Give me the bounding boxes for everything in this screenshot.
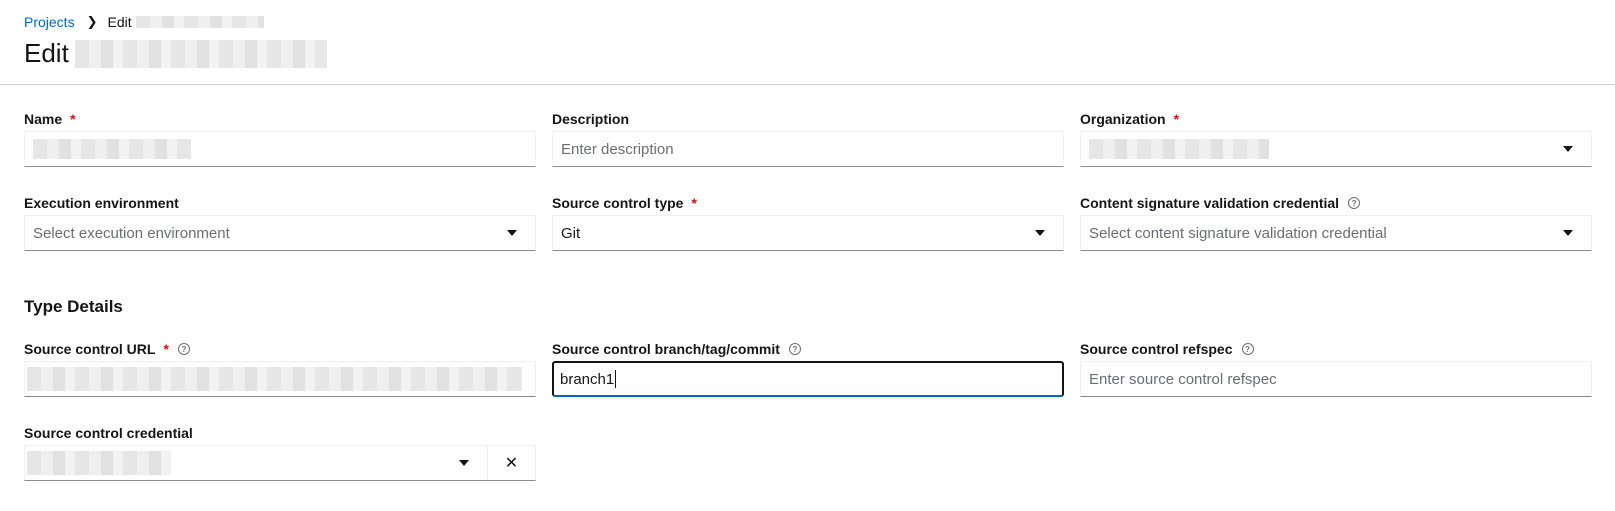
content-signature-label: Content signature validation credential? [1080,193,1592,213]
scm-credential-select[interactable]: ✕ [24,445,536,481]
source-control-type-field-group: Source control type * Git [552,193,1064,251]
breadcrumb-projects-link[interactable]: Projects [24,14,75,30]
scm-branch-field-group: Source control branch/tag/commit? branch… [552,339,1064,397]
scm-branch-input[interactable]: branch1 [552,361,1064,397]
redacted-scm-url-value [27,367,522,391]
caret-down-icon [1563,230,1573,236]
page-title: Edit [24,38,327,69]
redacted-organization-value [1089,139,1269,159]
chevron-right-icon: ❯ [86,14,98,29]
name-field-group: Name * [24,109,536,167]
content-signature-placeholder: Select content signature validation cred… [1089,224,1387,242]
execution-environment-placeholder: Select execution environment [33,224,230,242]
redacted-project-name [135,16,264,28]
caret-down-icon [1035,230,1045,236]
source-control-type-value: Git [561,224,581,242]
times-icon: ✕ [504,455,519,472]
scm-refspec-placeholder: Enter source control refspec [1089,370,1277,388]
content-signature-label-text: Content signature validation credential [1080,195,1340,211]
required-mark: * [163,341,169,357]
scm-branch-value: branch1 [560,370,615,388]
content-signature-select[interactable]: Select content signature validation cred… [1080,215,1592,251]
organization-label-text: Organization [1080,111,1166,127]
page-header: Projects ❯ Edit Edit [0,0,1615,85]
scm-credential-label-text: Source control credential [24,425,193,441]
scm-credential-label: Source control credential [24,423,536,443]
name-label: Name * [24,109,536,129]
execution-environment-field-group: Execution environment Select execution e… [24,193,536,251]
clear-credential-button[interactable]: ✕ [487,446,535,480]
required-mark: * [70,111,76,127]
breadcrumb-current: Edit [107,14,132,30]
scm-branch-label-text: Source control branch/tag/commit [552,341,780,357]
redacted-title-name [74,39,327,68]
scm-url-label-text: Source control URL [24,341,156,357]
execution-environment-select[interactable]: Select execution environment [24,215,536,251]
scm-refspec-field-group: Source control refspec? Enter source con… [1080,339,1592,397]
execution-environment-label-text: Execution environment [24,195,179,211]
source-control-type-label: Source control type * [552,193,1064,213]
page-title-text: Edit [24,38,69,68]
scm-refspec-label: Source control refspec? [1080,339,1592,359]
content-signature-field-group: Content signature validation credential?… [1080,193,1592,251]
description-placeholder: Enter description [561,140,674,158]
breadcrumb: Projects ❯ Edit [24,14,264,30]
question-circle-icon[interactable]: ? [177,343,190,355]
required-mark: * [1173,111,1180,127]
redacted-name-value [33,139,191,159]
caret-down-icon [459,460,469,466]
organization-label: Organization * [1080,109,1592,129]
description-field-group: Description Enter description [552,109,1064,167]
scm-refspec-label-text: Source control refspec [1080,341,1233,357]
description-input[interactable]: Enter description [552,131,1064,167]
type-details-heading: Type Details [24,297,123,316]
source-control-type-select[interactable]: Git [552,215,1064,251]
name-label-text: Name [24,111,63,127]
name-input[interactable] [24,131,536,167]
description-label: Description [552,109,1064,129]
source-control-type-label-text: Source control type [552,195,684,211]
description-label-text: Description [552,111,630,127]
scm-url-input[interactable] [24,361,536,397]
execution-environment-label: Execution environment [24,193,536,213]
question-circle-icon[interactable]: ? [1348,197,1361,209]
redacted-scm-credential-value [27,451,171,475]
question-circle-icon[interactable]: ? [1241,343,1254,355]
scm-credential-field-group: Source control credential ✕ [24,423,536,481]
organization-field-group: Organization * [1080,109,1592,167]
caret-down-icon [507,230,517,236]
scm-refspec-input[interactable]: Enter source control refspec [1080,361,1592,397]
caret-down-icon [1563,146,1573,152]
scm-branch-label: Source control branch/tag/commit? [552,339,1064,359]
organization-select[interactable] [1080,131,1592,167]
required-mark: * [691,195,697,211]
scm-url-label: Source control URL *? [24,339,536,359]
scm-url-field-group: Source control URL *? [24,339,536,397]
question-circle-icon[interactable]: ? [788,343,801,355]
text-cursor [615,370,617,388]
